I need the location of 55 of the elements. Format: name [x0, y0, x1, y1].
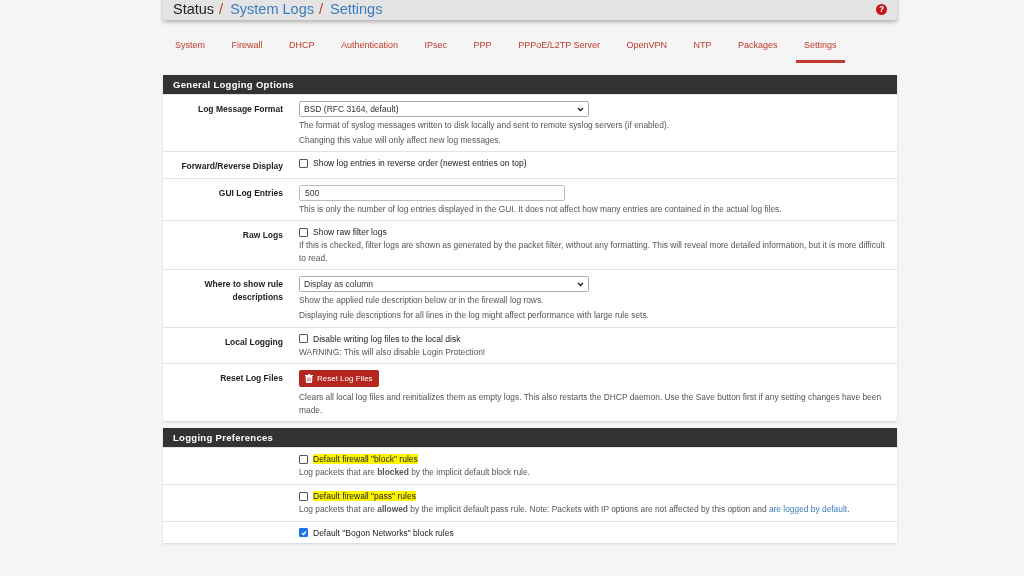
dropdown[interactable]: Display as column — [299, 276, 589, 293]
checkbox[interactable] — [299, 334, 308, 344]
checkbox-label: Show raw filter logs — [313, 227, 387, 238]
field-label: Where to show rule descriptions — [203, 278, 283, 304]
checkbox[interactable] — [299, 528, 308, 538]
help-button[interactable]: ? — [876, 3, 887, 15]
checkbox[interactable] — [299, 454, 308, 464]
dropdown[interactable]: BSD (RFC 3164, default) — [299, 101, 589, 117]
checkbox[interactable] — [299, 227, 308, 237]
tab[interactable]: DHCP — [281, 35, 323, 63]
tab[interactable]: System — [167, 35, 213, 63]
tab[interactable]: Packages — [730, 35, 786, 63]
checkbox[interactable] — [299, 158, 308, 168]
reset-button[interactable]: Reset Log Files — [299, 370, 379, 388]
tab[interactable]: NTP — [685, 35, 720, 63]
field-label: Forward/Reverse Display — [180, 160, 283, 173]
checkbox-label: Default firewall "pass" rules — [313, 491, 416, 501]
help-text: This is only the number of log entries displayed in the GUI. It does not affect how many entries are contained in the actual log files. — [299, 202, 783, 216]
checkbox-label: Default firewall "block" rules — [313, 454, 418, 465]
field-label: Log Message Format — [196, 103, 283, 116]
trash-icon — [305, 374, 313, 384]
tab[interactable]: PPP — [465, 35, 500, 63]
panel-header: Logging Preferences — [163, 428, 897, 448]
panel-header: General Logging Options — [163, 75, 897, 94]
breadcrumb-separator: / — [318, 1, 323, 17]
breadcrumb-text: Status — [173, 1, 215, 17]
field-label: GUI Log Entries — [217, 186, 283, 200]
checkbox-label: Show log entries in reverse order (newest entries on top) — [313, 158, 527, 169]
help-text: Clears all local log files and reinitializes them as empty logs. This also restarts the DHCP daemon. Use the Save button first if any setting changes have been made. — [299, 391, 883, 417]
help-text: If this is checked, filter logs are shown as generated by the packet filter, without any formatting. This will reveal more detailed information, but it is more difficult to read. — [299, 239, 886, 265]
chevron-down-icon — [577, 106, 584, 112]
input-field[interactable]: 500 — [299, 184, 565, 201]
field-label: Raw Logs — [241, 229, 283, 243]
field-label: Local Logging — [223, 335, 283, 349]
help-text: Log packets that are allowed by the implicit default pass rule. Note: Packets with IP options are not affected by this option and are logged by default. — [299, 503, 851, 516]
tab[interactable]: OpenVPN — [618, 35, 676, 63]
tab[interactable]: PPPoE/L2TP Server — [510, 35, 608, 63]
tab[interactable]: Authentication — [333, 35, 407, 63]
breadcrumb-link[interactable]: System Logs — [230, 1, 314, 17]
chevron-down-icon — [577, 281, 584, 287]
breadcrumb-link[interactable]: Settings — [330, 1, 383, 17]
breadcrumb-separator: / — [219, 1, 224, 17]
checkbox-label: Default "Bogon Networks" block rules — [313, 527, 454, 538]
help-text: WARNING: This will also disable Login Protection! — [299, 345, 487, 359]
tab[interactable]: Firewall — [223, 35, 271, 63]
tab[interactable]: IPsec — [416, 35, 456, 63]
help-text: Log packets that are blocked by the implicit default block rule. — [299, 466, 531, 479]
checkbox[interactable] — [299, 491, 308, 501]
help-text: Show the applied rule description below or in the firewall log rows. — [299, 294, 545, 307]
checkbox-label: Disable writing log files to the local disk — [313, 333, 461, 344]
help-text: Displaying rule descriptions for all lines in the log might affect performance with large rule sets. — [299, 308, 650, 322]
help-text: Changing this value will only affect new log messages. — [299, 133, 502, 147]
field-label: Reset Log Files — [219, 372, 283, 386]
help-text: The format of syslog messages written to disk locally and sent to remote syslog servers (if enabled). — [299, 119, 671, 132]
tab[interactable]: Settings — [796, 35, 845, 63]
